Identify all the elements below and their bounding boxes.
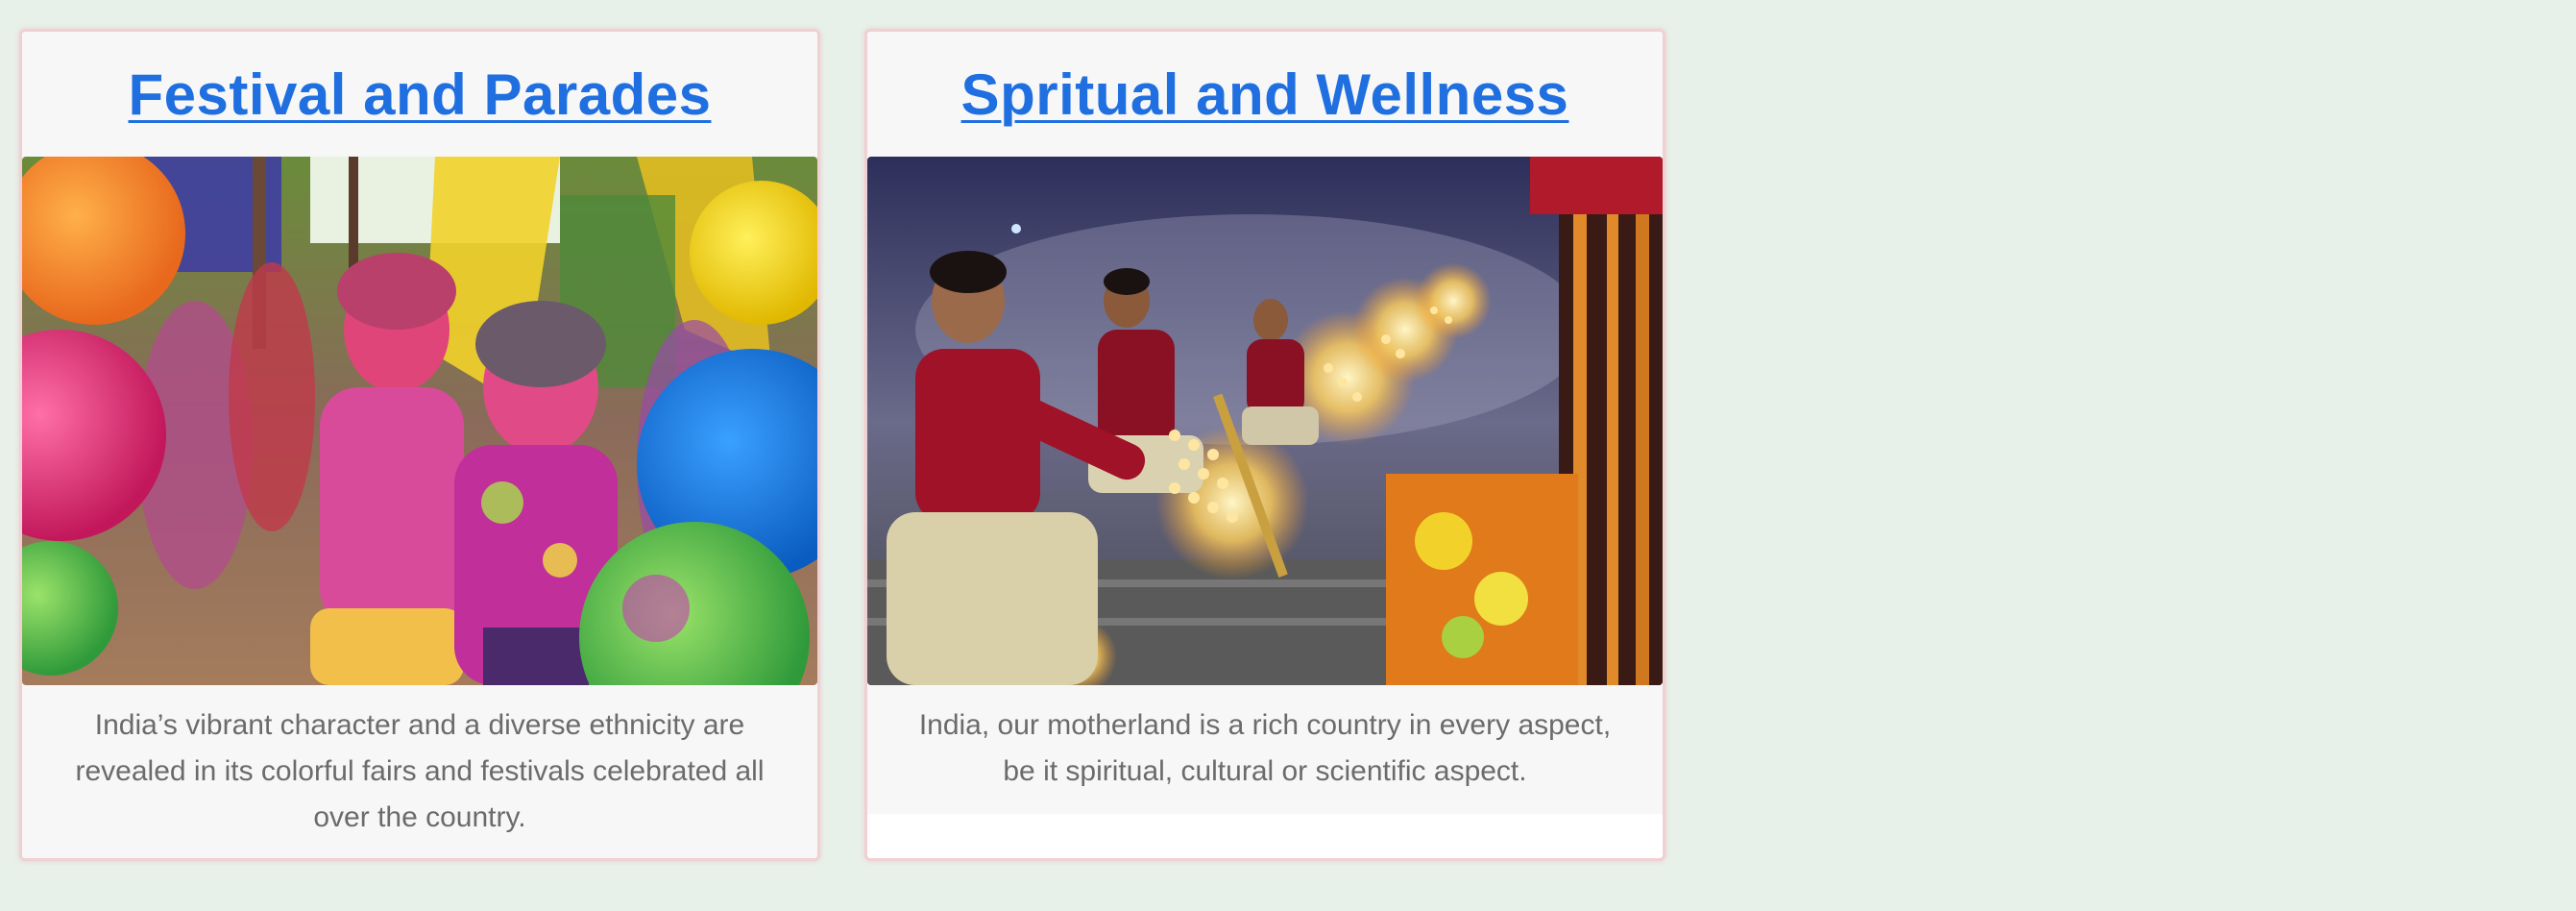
card-title-link[interactable]: Festival and Parades [129,62,712,128]
card-description: India’s vibrant character and a diverse … [22,685,817,858]
card-spiritual-and-wellness: Spritual and Wellness India, our motherl… [864,29,1665,861]
card-festival-and-parades: Festival and Parades India’s vibrant cha… [19,29,820,861]
card-description: India, our motherland is a rich country … [867,685,1663,814]
holi-festival-image [22,157,817,685]
ganga-aarti-image [867,157,1663,685]
card-grid: Festival and Parades India’s vibrant cha… [0,0,2576,911]
card-header: Spritual and Wellness [867,32,1663,157]
card-title-link[interactable]: Spritual and Wellness [961,62,1569,128]
card-header: Festival and Parades [22,32,817,157]
